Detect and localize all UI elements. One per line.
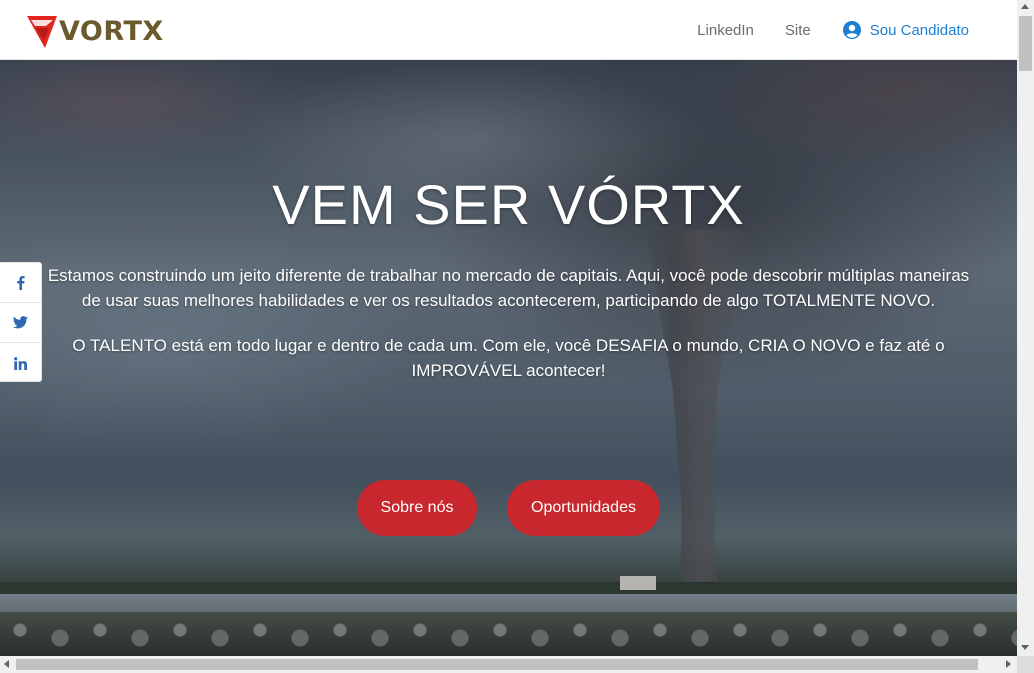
vortx-logo[interactable]: VORTX xyxy=(27,13,164,49)
scroll-left-arrow-icon[interactable] xyxy=(4,660,9,668)
share-linkedin-button[interactable] xyxy=(0,343,41,383)
sou-candidato-label: Sou Candidato xyxy=(869,21,969,39)
facebook-icon xyxy=(17,276,25,290)
hero-intro-text: Estamos construindo um jeito diferente d… xyxy=(47,266,970,310)
hero-title: VEM SER VÓRTX xyxy=(272,173,745,236)
vortx-logo-mark-icon xyxy=(27,16,57,48)
sobre-nos-button[interactable]: Sobre nós xyxy=(357,480,477,536)
vertical-scroll-thumb[interactable] xyxy=(1019,16,1032,71)
hero-content: VEM SER VÓRTX Estamos construindo um jei… xyxy=(0,60,1017,656)
nav-site[interactable]: Site xyxy=(785,22,811,39)
hero-section: VEM SER VÓRTX Estamos construindo um jei… xyxy=(0,60,1017,656)
oportunidades-button[interactable]: Oportunidades xyxy=(507,480,660,536)
twitter-icon xyxy=(13,316,28,329)
linkedin-icon xyxy=(14,356,27,370)
scrollbar-corner xyxy=(1017,656,1034,673)
user-circle-icon xyxy=(842,21,861,39)
vertical-scrollbar[interactable] xyxy=(1017,0,1034,656)
horizontal-scrollbar[interactable] xyxy=(0,656,1017,673)
scroll-up-arrow-icon[interactable] xyxy=(1021,4,1029,9)
scroll-down-arrow-icon[interactable] xyxy=(1021,645,1029,650)
nav-linkedin[interactable]: LinkedIn xyxy=(697,22,754,39)
top-nav: LinkedIn Site Sou Candidato xyxy=(666,0,969,60)
site-header: VORTX LinkedIn Site Sou Candidato xyxy=(0,0,1017,60)
social-share-bar xyxy=(0,262,42,382)
hero-talent-text: O TALENTO está em todo lugar e dentro de… xyxy=(72,336,945,380)
share-twitter-button[interactable] xyxy=(0,303,41,343)
scroll-right-arrow-icon[interactable] xyxy=(1006,660,1011,668)
nav-sou-candidato[interactable]: Sou Candidato xyxy=(842,21,969,39)
horizontal-scroll-thumb[interactable] xyxy=(16,659,978,670)
share-facebook-button[interactable] xyxy=(0,263,41,303)
logo-text: VORTX xyxy=(59,15,164,47)
